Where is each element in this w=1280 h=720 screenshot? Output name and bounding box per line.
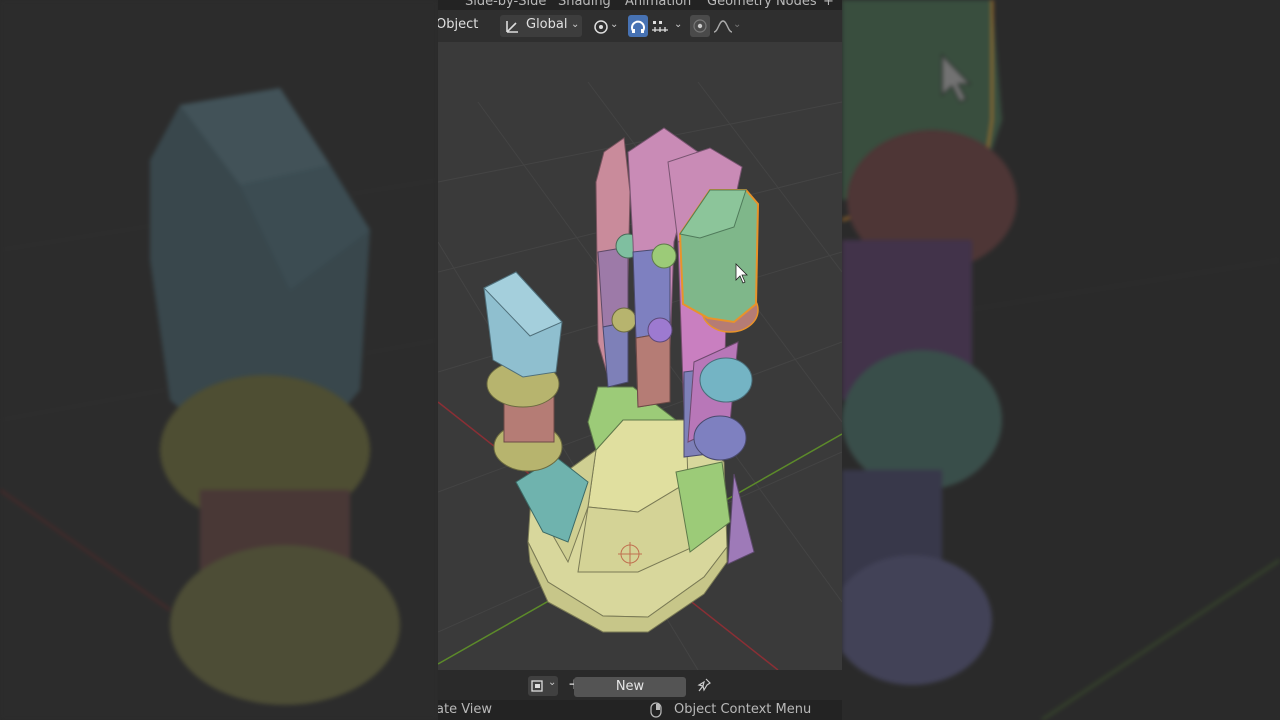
orientation-label: Global [526,17,568,32]
snap-icon [629,17,647,39]
tab-animation[interactable]: Animation [625,0,691,9]
tab-geometry-nodes[interactable]: Geometry Nodes [707,0,817,9]
mouse-right-icon [650,702,662,720]
chevron-down-icon: ⌄ [610,19,619,30]
chevron-down-icon: ⌄ [674,19,683,30]
3d-viewport[interactable] [438,42,842,671]
chevron-down-icon: ⌄ [733,19,742,30]
right-background-zoom [842,0,1280,720]
tab-side-by-side[interactable]: Side-by-Side [465,0,546,9]
tab-shading[interactable]: Shading [558,0,611,9]
status-context-menu-text: Object Context Menu [674,702,812,717]
pivot-point-dropdown[interactable]: ⌄ [590,15,620,37]
proportional-edit-toggle[interactable] [690,15,710,37]
status-left-text: ate View [438,702,493,717]
snap-target-dropdown[interactable]: ⌄ [650,15,684,37]
blender-3d-viewport-panel: Side-by-Side Shading Animation Geometry … [438,0,842,720]
chevron-down-icon: ⌄ [548,677,557,688]
pivot-icon [592,17,610,39]
left-background-zoom [0,0,438,720]
proportional-falloff-dropdown[interactable]: ⌄ [712,15,742,37]
falloff-icon [713,18,733,38]
status-bar: ate View Object Context Menu [438,700,842,720]
snap-increment-icon [651,18,669,38]
thumb-mesh [483,271,589,543]
hand-model-scene [438,81,842,671]
add-workspace-tab[interactable]: + [823,0,834,9]
new-button[interactable]: New [574,677,686,697]
transform-orientation-icon [504,17,522,39]
chevron-down-icon: ⌄ [571,19,580,30]
proportional-edit-icon [692,18,708,38]
orientation-dropdown[interactable]: Global ⌄ [500,15,582,37]
editor-type-icon [531,678,547,698]
editor-type-dropdown[interactable]: ⌄ [528,676,558,696]
pin-icon[interactable] [696,677,712,697]
mode-selector[interactable]: Object [438,17,478,32]
editor-footer: ⌄ + New [438,670,842,700]
snap-toggle[interactable] [628,15,648,37]
viewport-header: Object Global ⌄ ⌄ ⌄ ⌄ [438,10,842,42]
workspace-tabs: Side-by-Side Shading Animation Geometry … [438,0,842,10]
